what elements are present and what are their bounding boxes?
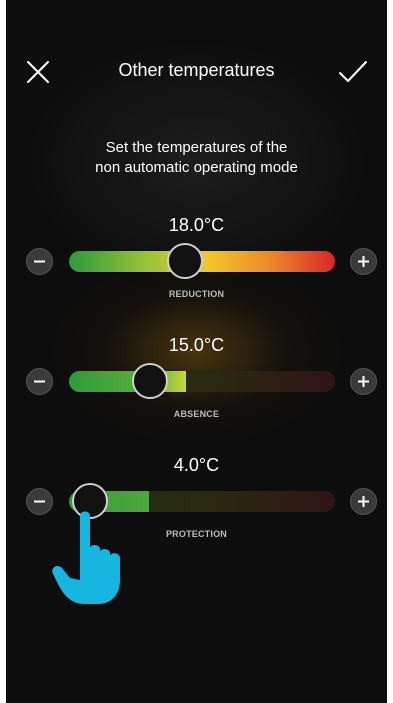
reduction-value: 18.0°C — [168, 215, 225, 235]
minus-icon — [34, 500, 45, 503]
reduction-label: REDUCTION — [168, 289, 225, 299]
confirm-button[interactable] — [338, 60, 368, 84]
protection-decrease-button[interactable] — [26, 488, 53, 515]
instructions-line-2: non automatic operating mode — [95, 159, 298, 176]
absence-control: 15.0°C ABSENCE — [6, 335, 387, 435]
absence-decrease-button[interactable] — [26, 368, 53, 395]
absence-slider-track[interactable] — [69, 371, 335, 392]
reduction-slider-thumb[interactable] — [167, 243, 203, 279]
minus-icon — [34, 380, 45, 383]
checkmark-icon — [339, 61, 367, 82]
plus-icon — [358, 376, 369, 387]
protection-increase-button[interactable] — [350, 488, 377, 515]
screen: Other temperatures Set the temperatures … — [6, 0, 387, 703]
absence-label: ABSENCE — [173, 409, 220, 419]
instructions-text: Set the temperatures of the non automati… — [46, 138, 347, 178]
reduction-control: 18.0°C REDUCTION — [6, 215, 387, 315]
minus-icon — [34, 260, 45, 263]
reduction-increase-button[interactable] — [350, 248, 377, 275]
header-bar: Other temperatures — [6, 50, 387, 94]
reduction-decrease-button[interactable] — [26, 248, 53, 275]
plus-icon — [358, 256, 369, 267]
absence-slider-thumb[interactable] — [132, 363, 168, 399]
absence-increase-button[interactable] — [350, 368, 377, 395]
pointing-hand-icon — [52, 511, 120, 604]
absence-value: 15.0°C — [168, 335, 225, 355]
plus-icon — [358, 496, 369, 507]
absence-slider-fill — [69, 371, 187, 392]
page-title: Other temperatures — [118, 60, 275, 80]
instructions-line-1: Set the temperatures of the — [105, 139, 288, 156]
protection-value: 4.0°C — [173, 455, 220, 475]
